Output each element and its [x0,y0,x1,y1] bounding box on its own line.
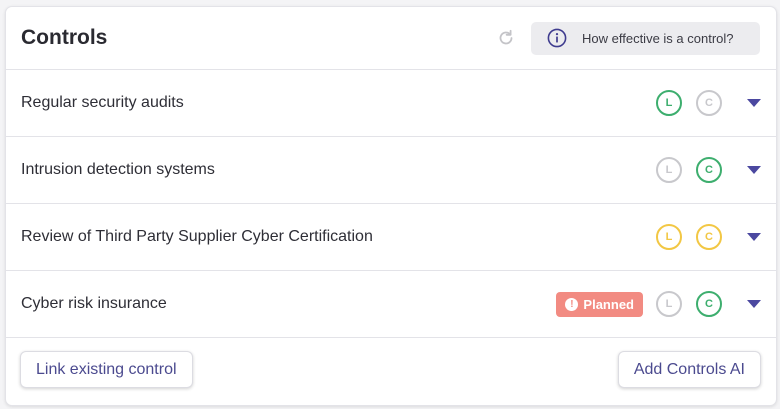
consequence-indicator: C [696,157,722,183]
likelihood-indicator: L [656,90,682,116]
control-row[interactable]: Cyber risk insurance! Planned L C [6,271,776,338]
card-footer: Link existing control Add Controls AI [6,338,776,401]
card-title: Controls [21,26,108,49]
expand-caret-icon[interactable] [747,300,761,308]
controls-card: Controls How effective is a control? Reg… [5,6,777,406]
consequence-indicator: C [696,291,722,317]
control-name: Review of Third Party Supplier Cyber Cer… [21,228,373,245]
info-icon [547,28,567,48]
status-badge-label: Planned [583,296,634,312]
control-name: Intrusion detection systems [21,161,215,178]
control-row[interactable]: Regular security audits L C [6,70,776,137]
controls-list: Regular security audits L C Intrusion detec… [6,70,776,338]
expand-caret-icon[interactable] [747,166,761,174]
card-header: Controls How effective is a control? [6,7,776,70]
control-name: Cyber risk insurance [21,295,167,312]
help-button[interactable]: How effective is a control? [531,21,760,55]
expand-caret-icon[interactable] [747,99,761,107]
control-name: Regular security audits [21,94,184,111]
refresh-button[interactable] [495,27,517,49]
expand-caret-icon[interactable] [747,233,761,241]
help-label: How effective is a control? [582,30,734,46]
consequence-indicator: C [696,90,722,116]
likelihood-indicator: L [656,291,682,317]
control-row[interactable]: Intrusion detection systems L C [6,137,776,204]
likelihood-indicator: L [656,157,682,183]
add-controls-ai-button[interactable]: Add Controls AI [617,351,761,388]
alert-icon: ! [565,297,579,311]
likelihood-indicator: L [656,224,682,250]
refresh-icon [499,29,513,45]
consequence-indicator: C [696,224,722,250]
link-existing-control-button[interactable]: Link existing control [20,351,193,388]
status-badge: ! Planned [556,291,643,317]
control-row[interactable]: Review of Third Party Supplier Cyber Cer… [6,204,776,271]
